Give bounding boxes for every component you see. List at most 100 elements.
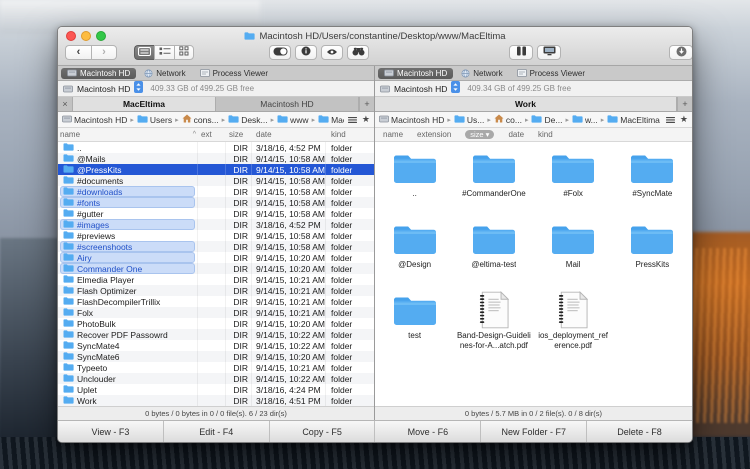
- breadcrumb-item-maceltima[interactable]: MacEltima: [607, 114, 660, 125]
- back-button[interactable]: ‹: [65, 45, 91, 60]
- table-row-photobulk[interactable]: PhotoBulk DIR 9/14/15, 10:20 AM folder: [58, 318, 374, 329]
- table-row-flashdecompilertrillix[interactable]: FlashDecompilerTrillix DIR 9/14/15, 10:2…: [58, 296, 374, 307]
- column-header-ext[interactable]: ext: [198, 128, 226, 141]
- table-row-mails[interactable]: @Mails DIR 9/14/15, 10:58 AM folder: [58, 153, 374, 164]
- breadcrumb-item-macintosh-hd[interactable]: Macintosh HD: [379, 115, 444, 125]
- breadcrumb-item-us[interactable]: Us...: [454, 114, 484, 125]
- table-row-typeeto[interactable]: Typeeto DIR 9/14/15, 10:21 AM folder: [58, 362, 374, 373]
- grid-item-[interactable]: ..: [375, 147, 454, 218]
- connections-button[interactable]: [537, 45, 561, 60]
- view-f3-button[interactable]: View - F3: [58, 421, 164, 442]
- grid-item-test[interactable]: test: [375, 289, 454, 360]
- table-row-commander-one[interactable]: Commander One DIR 9/14/15, 10:20 AM fold…: [58, 263, 374, 274]
- titlebar[interactable]: Macintosh HD/Users/constantine/Desktop/w…: [58, 27, 692, 43]
- source-tab-process-viewer[interactable]: Process Viewer: [194, 68, 274, 79]
- tab-close-button[interactable]: ×: [58, 97, 73, 111]
- source-tab-macintosh-hd[interactable]: Macintosh HD: [61, 67, 137, 79]
- view-columns-button[interactable]: [154, 45, 174, 60]
- copy-f5-button[interactable]: Copy - F5: [270, 421, 376, 442]
- move-f6-button[interactable]: Move - F6: [375, 421, 482, 442]
- grid-item-mail[interactable]: Mail: [534, 218, 613, 289]
- table-row-previews[interactable]: #previews DIR 9/14/15, 10:58 AM folder: [58, 230, 374, 241]
- dual-pane-button[interactable]: [509, 45, 533, 60]
- breadcrumb-item-users[interactable]: Users: [137, 114, 172, 125]
- breadcrumb-item-maceltima[interactable]: MacEltima: [318, 114, 344, 125]
- table-row-fonts[interactable]: #fonts DIR 9/14/15, 10:58 AM folder: [58, 197, 374, 208]
- tab-work[interactable]: Work: [375, 97, 677, 111]
- table-row-elmedia-player[interactable]: Elmedia Player DIR 9/14/15, 10:21 AM fol…: [58, 274, 374, 285]
- list-mini-icon[interactable]: [347, 111, 357, 129]
- table-row-recover-pdf-passowrd[interactable]: Recover PDF Passowrd DIR 9/14/15, 10:22 …: [58, 329, 374, 340]
- breadcrumb-item-desk[interactable]: Desk...: [228, 114, 268, 125]
- column-header-size[interactable]: size ▾: [465, 128, 495, 141]
- table-row-airy[interactable]: Airy DIR 9/14/15, 10:20 AM folder: [58, 252, 374, 263]
- new-folder-f7-button[interactable]: New Folder - F7: [481, 421, 588, 442]
- forward-button[interactable]: ›: [91, 45, 117, 60]
- star-icon[interactable]: ★: [680, 115, 688, 124]
- tab-maceltima[interactable]: MacEltima: [73, 97, 216, 111]
- table-row-work[interactable]: Work DIR 3/18/16, 4:51 PM folder: [58, 395, 374, 406]
- source-tab-network[interactable]: Network: [455, 68, 508, 79]
- source-tab-network[interactable]: Network: [138, 68, 191, 79]
- star-icon[interactable]: ★: [362, 115, 370, 124]
- table-row-[interactable]: .. DIR 3/18/16, 4:52 PM folder: [58, 142, 374, 153]
- table-row-unclouder[interactable]: Unclouder DIR 9/14/15, 10:22 AM folder: [58, 373, 374, 384]
- grid-item-ios-deployment-reference-pdf[interactable]: ios_deployment_reference.pdf: [534, 289, 613, 360]
- drive-stepper[interactable]: [451, 80, 461, 98]
- info-button[interactable]: [295, 45, 317, 60]
- queue-toggle-button[interactable]: [269, 45, 291, 60]
- preview-button[interactable]: [321, 45, 343, 60]
- grid-item-folx[interactable]: #Folx: [534, 147, 613, 218]
- table-row-screenshoots[interactable]: #screenshoots DIR 9/14/15, 10:58 AM fold…: [58, 241, 374, 252]
- downloads-button[interactable]: [669, 45, 692, 60]
- table-row-images[interactable]: #images DIR 3/18/16, 4:52 PM folder: [58, 219, 374, 230]
- drive-stepper[interactable]: [134, 80, 144, 98]
- column-header-extension[interactable]: extension: [417, 128, 451, 141]
- table-row-syncmate6[interactable]: SyncMate6 DIR 9/14/15, 10:20 AM folder: [58, 351, 374, 362]
- grid-item-commanderone[interactable]: #CommanderOne: [454, 147, 533, 218]
- grid-item-syncmate[interactable]: #SyncMate: [613, 147, 692, 218]
- source-tab-macintosh-hd[interactable]: Macintosh HD: [378, 67, 454, 79]
- view-icons-button[interactable]: [174, 45, 194, 60]
- grid-item-design[interactable]: @Design: [375, 218, 454, 289]
- minimize-window-button[interactable]: [81, 31, 91, 41]
- grid-item-presskits[interactable]: PressKits: [613, 218, 692, 289]
- tab-macintosh-hd[interactable]: Macintosh HD: [216, 97, 359, 111]
- grid-item-eltima-test[interactable]: @eltima-test: [454, 218, 533, 289]
- grid-item-band-design-guidelines-for-a-atch-pdf[interactable]: Band-Design-Guidelines-for-A...atch.pdf: [454, 289, 533, 360]
- tab-add-button[interactable]: +: [359, 97, 374, 111]
- edit-f4-button[interactable]: Edit - F4: [164, 421, 270, 442]
- source-tab-process-viewer[interactable]: Process Viewer: [511, 68, 591, 79]
- table-row-folx[interactable]: Folx DIR 9/14/15, 10:21 AM folder: [58, 307, 374, 318]
- breadcrumb-item-de[interactable]: De...: [531, 114, 562, 125]
- column-header-name[interactable]: name: [383, 128, 403, 141]
- column-header-size[interactable]: size: [226, 128, 252, 141]
- column-header-date[interactable]: date: [508, 128, 524, 141]
- breadcrumb-item-cons[interactable]: cons...: [182, 114, 219, 125]
- folder-icon: [550, 147, 596, 189]
- breadcrumb-item-label: MacEltima: [331, 114, 344, 125]
- view-list-button[interactable]: [134, 45, 154, 60]
- breadcrumb-item-www[interactable]: www: [277, 114, 309, 125]
- list-mini-icon[interactable]: [665, 111, 675, 129]
- breadcrumb-item-w[interactable]: w...: [572, 114, 598, 125]
- table-row-downloads[interactable]: #downloads DIR 9/14/15, 10:58 AM folder: [58, 186, 374, 197]
- table-row-gutter[interactable]: #gutter DIR 9/14/15, 10:58 AM folder: [58, 208, 374, 219]
- column-header-kind[interactable]: kind: [538, 128, 553, 141]
- table-row-flash-optimizer[interactable]: Flash Optimizer DIR 9/14/15, 10:21 AM fo…: [58, 285, 374, 296]
- tab-add-button[interactable]: +: [677, 97, 692, 111]
- table-row-uplet[interactable]: Uplet DIR 3/18/16, 4:24 PM folder: [58, 384, 374, 395]
- delete-f8-button[interactable]: Delete - F8: [587, 421, 692, 442]
- table-row-presskits[interactable]: @PressKits DIR 9/14/15, 10:58 AM folder: [58, 164, 374, 175]
- column-header-name[interactable]: name ^: [58, 128, 198, 141]
- function-key-bar: View - F3 Edit - F4 Copy - F5 Move - F6 New …: [58, 420, 692, 442]
- table-row-syncmate4[interactable]: SyncMate4 DIR 9/14/15, 10:22 AM folder: [58, 340, 374, 351]
- breadcrumb-item-co[interactable]: co...: [494, 114, 522, 125]
- zoom-window-button[interactable]: [96, 31, 106, 41]
- search-button[interactable]: [347, 45, 369, 60]
- breadcrumb-item-macintosh-hd[interactable]: Macintosh HD: [62, 115, 127, 125]
- column-header-date[interactable]: date: [252, 128, 326, 141]
- table-row-documents[interactable]: #documents DIR 9/14/15, 10:58 AM folder: [58, 175, 374, 186]
- column-header-kind[interactable]: kind: [326, 128, 374, 141]
- close-window-button[interactable]: [66, 31, 76, 41]
